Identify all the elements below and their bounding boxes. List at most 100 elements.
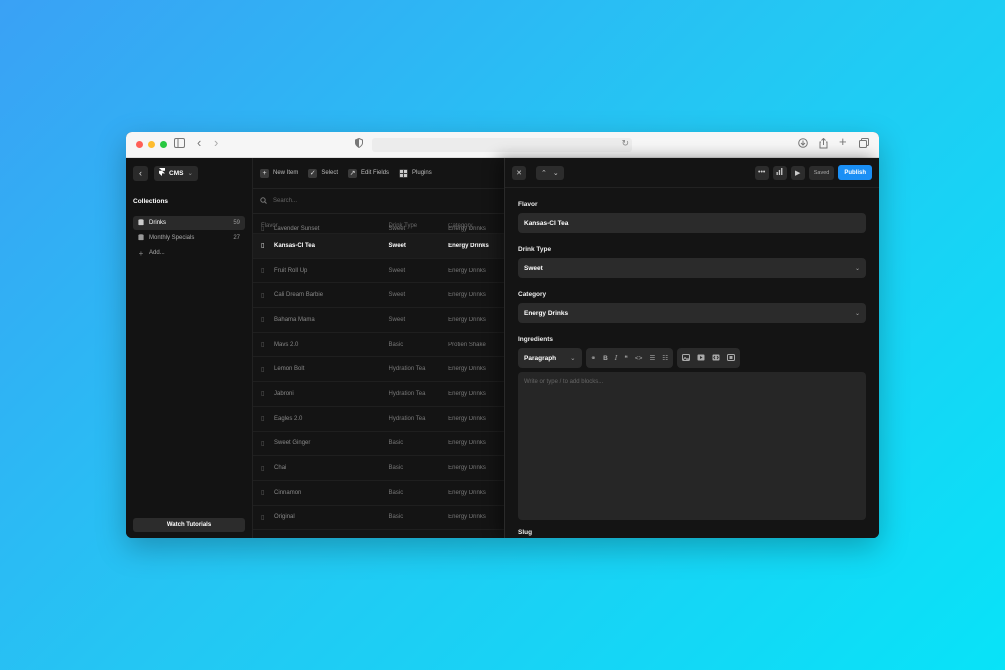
search-icon [260,196,267,206]
table-row[interactable]: ▯ Eagles 2.0 Hydration Tea Energy Drinks [253,407,504,432]
bold-icon[interactable]: B [603,355,608,362]
paragraph-style-select[interactable]: Paragraph ⌄ [518,348,582,368]
watch-tutorials-button[interactable]: Watch Tutorials [133,518,245,532]
table-row[interactable]: ▯ Lavender Sunset Sweet Energy Drinks [253,224,504,234]
zoom-window-button[interactable] [160,141,167,148]
cms-menu-button[interactable]: CMS ⌄ [154,165,198,181]
plugins-button[interactable]: Plugins [399,168,432,178]
close-window-button[interactable] [136,141,143,148]
table-body: ▯ Lavender Sunset Sweet Energy Drinks ▯ K… [253,226,504,531]
slug-label: Slug [518,529,533,536]
reload-icon[interactable]: ↻ [621,138,629,149]
table-row[interactable]: ▯ Bahama Mama Sweet Energy Drinks [253,308,504,333]
sidebar-item-drinks[interactable]: Drinks 59 [133,216,245,230]
bulleted-list-icon[interactable]: ☰ [649,354,655,362]
prev-next-buttons[interactable]: ⌃ ⌄ [536,165,564,180]
ellipsis-icon: ••• [758,169,766,176]
plugins-label: Plugins [412,170,432,176]
chevron-down-icon: ⌄ [854,310,860,317]
cell-category: Energy Drinks [448,316,486,323]
numbered-list-icon[interactable]: ☷ [662,354,668,362]
cell-drink-type: Basic [388,465,404,472]
new-item-label: New Item [273,170,299,176]
item-list-panel: + New Item ✓ Select ↗ Edit Fields Plugin… [253,158,504,538]
format-group: ⚭ B I ❝ <> ☰ ☷ [585,348,674,368]
drink-type-label: Drink Type [518,246,552,253]
cell-drink-type: Sweet [388,267,406,274]
minimize-window-button[interactable] [148,141,155,148]
new-item-button[interactable]: + New Item [260,168,299,178]
cell-flavor: Bahama Mama [274,316,315,323]
table-row[interactable]: ▯ Lemon Bolt Hydration Tea Energy Drinks [253,357,504,383]
tabs-overview-icon[interactable] [859,138,869,152]
embed-icon[interactable] [712,354,720,363]
chevron-up-icon[interactable]: ⌃ [541,169,547,177]
database-icon [138,218,144,228]
search-input[interactable]: Search... [273,198,297,204]
download-icon[interactable] [798,138,808,152]
video-icon[interactable] [697,354,705,363]
flavor-label: Flavor [518,201,538,208]
cell-drink-type: Basic [388,341,404,348]
table-row[interactable]: ▯ Sweet Ginger Basic Energy Drinks [253,432,504,457]
sidebar-item-monthly-specials[interactable]: Monthly Specials 27 [133,231,245,245]
document-icon: ▯ [261,440,265,447]
analytics-button[interactable] [772,165,787,180]
close-editor-button[interactable]: ✕ [512,165,526,180]
table-row[interactable]: ▯ Cinnamon Basic Energy Drinks [253,481,504,506]
document-icon: ▯ [261,514,265,521]
edit-fields-button[interactable]: ↗ Edit Fields [348,168,389,178]
cell-category: Energy Drinks [448,242,489,249]
link-icon[interactable]: ⚭ [591,354,596,362]
table-row[interactable]: ▯ Chai Basic Energy Drinks [253,456,504,481]
select-button[interactable]: ✓ Select [308,168,338,178]
document-icon: ▯ [261,391,265,398]
cell-category: Protien Shake [448,341,486,348]
chevron-down-icon[interactable]: ⌄ [553,169,559,177]
table-row[interactable]: ▯ Kansas-CI Tea Sweet Energy Drinks [253,234,504,259]
flavor-field[interactable]: Kansas-CI Tea [518,213,866,233]
url-bar[interactable]: ↻ [372,138,632,152]
italic-icon[interactable]: I [615,354,618,362]
table-row[interactable]: ▯ Original Basic Energy Drinks [253,506,504,531]
ingredients-editor[interactable]: Write or type / to add blocks... [518,372,866,520]
preview-button[interactable]: ▶ [790,165,805,180]
search-bar[interactable]: Search... [253,188,504,214]
share-icon[interactable] [819,137,828,153]
quote-icon[interactable]: ❝ [624,354,628,362]
close-icon: ✕ [516,169,522,177]
more-options-button[interactable]: ••• [754,165,769,180]
drink-type-select[interactable]: Sweet ⌄ [518,258,866,278]
document-icon: ▯ [261,366,265,373]
image-icon[interactable] [682,353,691,363]
back-icon[interactable]: ‹ [197,136,201,150]
table-row[interactable]: ▯ Cali Dream Barbie Sweet Energy Drinks [253,283,504,309]
play-icon: ▶ [795,169,801,177]
cell-category: Energy Drinks [448,292,486,299]
cell-flavor: Cali Dream Barbie [274,292,324,299]
publish-button[interactable]: Publish [838,165,872,180]
shield-icon[interactable] [355,137,363,152]
sidebar-toggle-icon[interactable] [174,138,185,152]
code-icon[interactable]: <> [635,355,643,362]
cell-category: Energy Drinks [448,440,486,447]
table-row[interactable]: ▯ Jabroni Hydration Tea Energy Drinks [253,382,504,407]
category-select[interactable]: Energy Drinks ⌄ [518,303,866,323]
sidebar-item-label: Monthly Specials [149,235,195,241]
component-icon[interactable] [727,353,736,363]
back-button[interactable]: ‹ [133,165,148,181]
flavor-value: Kansas-CI Tea [524,219,569,227]
category-value: Energy Drinks [524,309,569,317]
saved-status: Saved [808,165,835,180]
cell-drink-type: Sweet [388,226,406,232]
new-tab-icon[interactable]: + [839,135,847,149]
table-row[interactable]: ▯ Mavs 2.0 Basic Protien Shake [253,333,504,358]
cell-drink-type: Hydration Tea [388,366,426,373]
paragraph-label: Paragraph [524,354,557,362]
table-row[interactable]: ▯ Fruit Roll Up Sweet Energy Drinks [253,259,504,284]
plugins-grid-icon [399,168,409,178]
cell-flavor: Chai [274,465,287,472]
sidebar-item-add[interactable]: + Add... [133,246,245,260]
forward-icon[interactable]: › [214,136,218,150]
cms-label: CMS [169,169,184,177]
